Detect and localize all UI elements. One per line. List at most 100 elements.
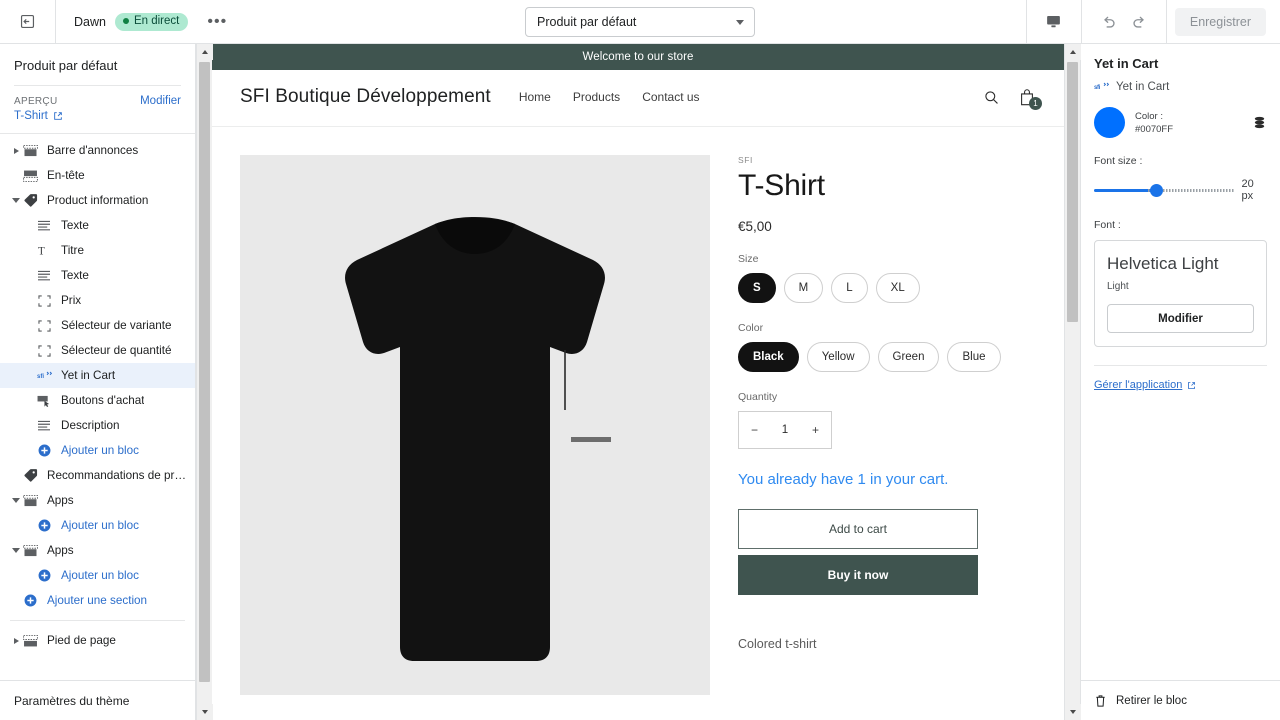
size-option-xl[interactable]: XL — [875, 273, 920, 303]
undo-button[interactable] — [1094, 7, 1124, 37]
color-option-black[interactable]: Black — [738, 342, 799, 372]
scroll-up-button[interactable] — [1064, 44, 1081, 60]
sidebar-item-apps[interactable]: Apps — [0, 538, 195, 563]
manage-app-link[interactable]: Gérer l'application — [1094, 379, 1267, 391]
sidebar-item-barre-d-annonces[interactable]: Barre d'annonces — [0, 138, 195, 163]
chevron-down-icon[interactable] — [10, 498, 22, 503]
store-preview[interactable]: Welcome to our store SFI Boutique Dévelo… — [212, 44, 1064, 720]
color-swatch[interactable] — [1094, 107, 1125, 138]
announcement-bar[interactable]: Welcome to our store — [212, 44, 1064, 70]
exit-editor-button[interactable] — [0, 0, 56, 43]
buy-buttons-icon — [36, 394, 52, 408]
sidebar-item-apps[interactable]: Apps — [0, 488, 195, 513]
font-size-slider[interactable] — [1094, 183, 1235, 197]
chevron-down-icon[interactable] — [10, 198, 22, 203]
sidebar-item-ajouter-un-bloc[interactable]: Ajouter un bloc — [0, 563, 195, 588]
sidebar-item-s-lecteur-de-variante[interactable]: Sélecteur de variante — [0, 313, 195, 338]
save-button[interactable]: Enregistrer — [1174, 7, 1266, 36]
color-option-yellow[interactable]: Yellow — [806, 342, 870, 372]
sidebar-item-titre[interactable]: T Titre — [0, 238, 195, 263]
scrollbar-thumb[interactable] — [199, 62, 210, 682]
cart-count-badge: 1 — [1029, 96, 1042, 110]
size-option-s[interactable]: S — [738, 273, 776, 303]
text-icon — [36, 419, 52, 433]
quantity-increase-button[interactable]: + — [812, 423, 819, 437]
sidebar-item-boutons-d-achat[interactable]: Boutons d'achat — [0, 388, 195, 413]
sidebar-item-label: Sélecteur de quantité — [61, 344, 172, 357]
divider — [1094, 365, 1267, 366]
scroll-down-button[interactable] — [196, 704, 213, 720]
sidebar-item-en-t-te[interactable]: En-tête — [0, 163, 195, 188]
tag-icon — [22, 469, 38, 483]
nav-link-contact[interactable]: Contact us — [642, 90, 699, 104]
quantity-input[interactable]: 1 — [782, 424, 788, 436]
sidebar-item-ajouter-un-bloc[interactable]: Ajouter un bloc — [0, 513, 195, 538]
sidebar-item-pied-de-page[interactable]: Pied de page — [0, 628, 195, 653]
preview-scrollbar[interactable] — [1064, 44, 1081, 720]
title-icon: T — [36, 244, 52, 258]
section-icon — [22, 144, 38, 158]
nav-link-products[interactable]: Products — [573, 90, 620, 104]
text-icon — [36, 219, 52, 233]
remove-block-button[interactable]: Retirer le bloc — [1081, 680, 1280, 720]
yet-in-cart-message: You already have 1 in your cart. — [738, 471, 949, 488]
redo-button[interactable] — [1124, 7, 1154, 37]
svg-text:sfi: sfi — [37, 374, 44, 380]
quantity-decrease-button[interactable]: − — [751, 423, 758, 437]
chevron-down-icon — [201, 710, 208, 714]
panel-title: Yet in Cart — [1094, 56, 1159, 71]
preview-page-link[interactable]: T-Shirt — [14, 107, 181, 122]
store-logo[interactable]: SFI Boutique Développement — [240, 86, 491, 108]
tag-icon — [22, 194, 38, 208]
sidebar-item-texte[interactable]: Texte — [0, 213, 195, 238]
add-to-cart-button[interactable]: Add to cart — [738, 509, 978, 549]
chevron-right-icon[interactable] — [10, 637, 22, 644]
sidebar-scrollbar[interactable] — [196, 44, 213, 720]
chevron-down-icon[interactable] — [10, 548, 22, 553]
color-option-blue[interactable]: Blue — [947, 342, 1001, 372]
sidebar-item-texte[interactable]: Texte — [0, 263, 195, 288]
external-link-icon — [53, 111, 63, 121]
scroll-up-button[interactable] — [196, 44, 213, 60]
layers-icon[interactable] — [1252, 115, 1267, 130]
sidebar-item-yet-in-cart[interactable]: sfi Yet in Cart — [0, 363, 195, 388]
sidebar-item-ajouter-une-section[interactable]: Ajouter une section — [0, 588, 195, 613]
cart-button[interactable]: 1 — [1018, 88, 1042, 110]
search-icon[interactable] — [983, 89, 1000, 106]
more-menu-button[interactable]: ••• — [201, 13, 233, 29]
sidebar-item-ajouter-un-bloc[interactable]: Ajouter un bloc — [0, 438, 195, 463]
twisty — [13, 637, 19, 644]
sidebar-item-description[interactable]: Description — [0, 413, 195, 438]
change-font-button[interactable]: Modifier — [1107, 304, 1254, 333]
device-group — [1027, 0, 1081, 43]
sidebar-item-label: Ajouter une section — [47, 594, 148, 607]
sidebar-item-recommandations-de-produits[interactable]: Recommandations de produits — [0, 463, 195, 488]
scroll-down-button[interactable] — [1064, 704, 1081, 720]
page-selector[interactable]: Produit par défaut — [525, 7, 755, 37]
divider — [1165, 0, 1167, 43]
nav-link-home[interactable]: Home — [519, 90, 551, 104]
twisty — [12, 498, 20, 503]
font-label: Font : — [1094, 219, 1121, 231]
scrollbar-thumb[interactable] — [1067, 62, 1078, 322]
sidebar-item-prix[interactable]: Prix — [0, 288, 195, 313]
slider-thumb[interactable] — [1150, 183, 1163, 197]
editor-body: Produit par défaut APERÇU Modifier T-Shi… — [0, 44, 1280, 720]
size-option-m[interactable]: M — [783, 273, 824, 303]
theme-settings-button[interactable]: Paramètres du thème — [0, 680, 195, 720]
quantity-stepper[interactable]: − 1 + — [738, 411, 832, 449]
desktop-view-button[interactable] — [1039, 7, 1069, 37]
product-image[interactable] — [240, 155, 710, 695]
size-label: Size — [738, 253, 759, 265]
preview-row: APERÇU Modifier — [14, 95, 181, 107]
edit-preview-link[interactable]: Modifier — [140, 95, 181, 107]
theme-meta: Dawn En direct ••• — [56, 12, 233, 31]
sidebar-item-product-information[interactable]: Product information — [0, 188, 195, 213]
sidebar-item-label: Pied de page — [47, 634, 116, 647]
sidebar-item-s-lecteur-de-quantit[interactable]: Sélecteur de quantité — [0, 338, 195, 363]
sidebar-item-label: Titre — [61, 244, 84, 257]
size-option-l[interactable]: L — [831, 273, 868, 303]
buy-it-now-button[interactable]: Buy it now — [738, 555, 978, 595]
color-option-green[interactable]: Green — [877, 342, 940, 372]
chevron-right-icon[interactable] — [10, 147, 22, 154]
